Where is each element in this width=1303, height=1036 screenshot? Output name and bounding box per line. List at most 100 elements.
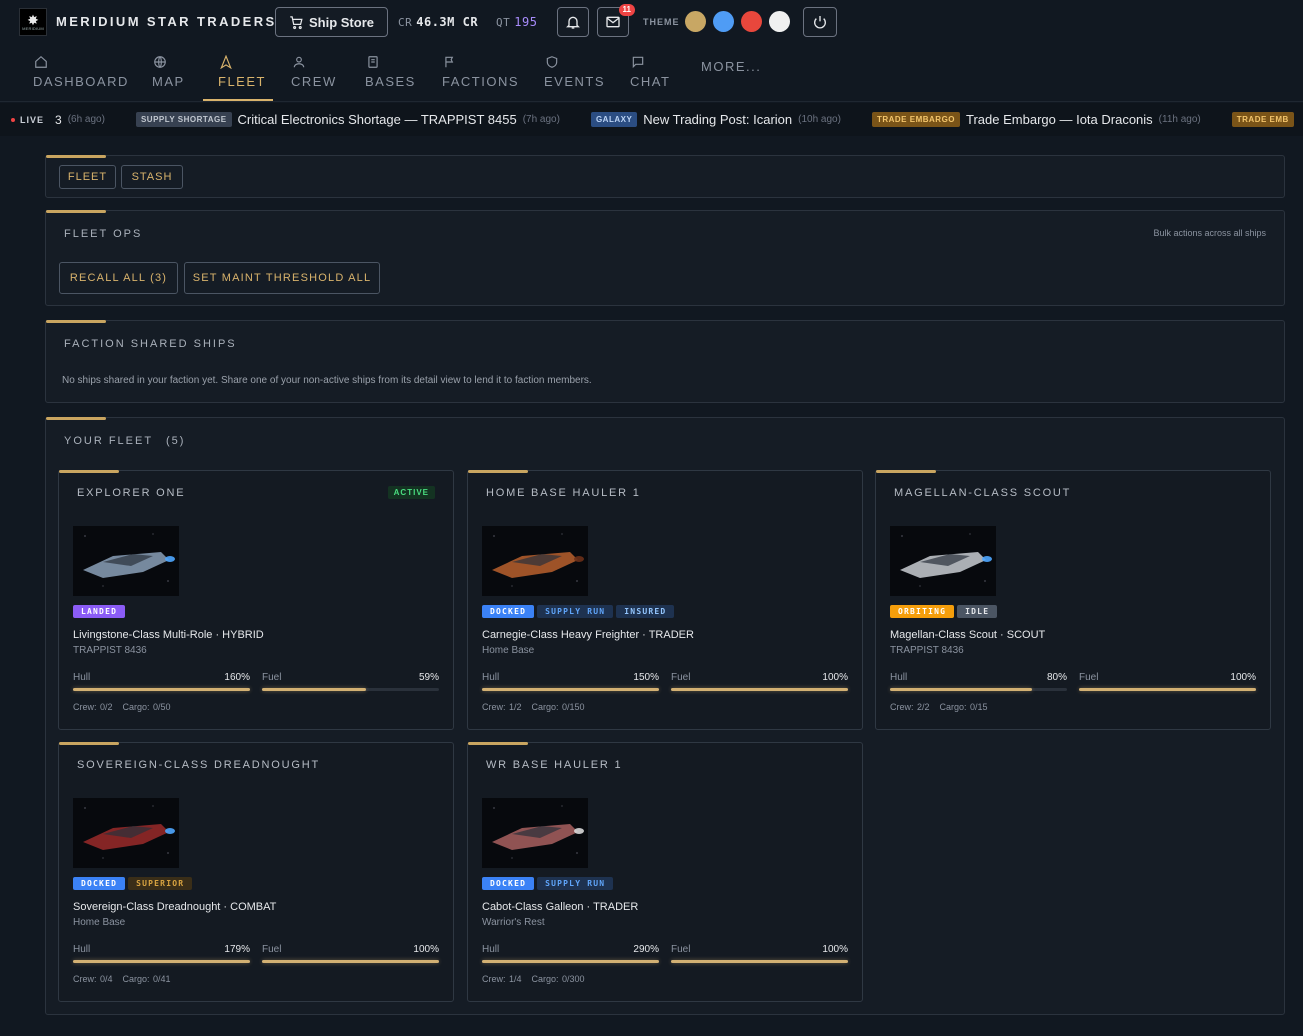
fuel-bar-fill [1079,688,1256,691]
recall-all-button[interactable]: RECALL ALL (3) [59,262,178,294]
ship-name: SOVEREIGN-CLASS DREADNOUGHT [77,759,320,771]
fuel-value: 100% [413,944,439,955]
hull-label: Hull [482,672,500,683]
your-fleet-label: YOUR FLEET [64,435,153,447]
ship-illustration [73,798,179,868]
nav-active-indicator [203,99,273,101]
ship-store-button[interactable]: Ship Store [275,7,388,37]
ship-class: Magellan-Class Scout · SCOUT [890,629,1046,641]
hull-value: 160% [224,672,250,683]
cart-icon [290,15,303,29]
ship-status-badge: LANDED [73,605,126,618]
nav-fleet[interactable]: FLEET [218,44,266,102]
cargo-count: Cargo: 0/300 [531,974,585,984]
theme-swatch-white[interactable] [769,11,790,32]
ship-status-badge: SUPPLY RUN [537,605,614,618]
ticker-ago: (11h ago) [1158,114,1201,125]
shield-icon [546,56,558,68]
live-dot-icon [11,117,15,122]
nav-events[interactable]: EVENTS [544,44,605,102]
tab-stash[interactable]: STASH [121,165,183,189]
theme-swatch-blue[interactable] [713,11,734,32]
faction-shared-panel: FACTION SHARED SHIPS No ships shared in … [45,320,1285,403]
live-label: LIVE [20,114,45,125]
fuel-value: 100% [1230,672,1256,683]
user-icon [293,56,305,68]
ship-status-badge: DOCKED [482,877,535,890]
ticker-text[interactable]: Trade Embargo — Iota Draconis [966,112,1153,127]
hull-label: Hull [73,944,91,955]
fuel-bar-fill [262,960,439,963]
hull-bar-fill [482,960,659,963]
fuel-value: 100% [822,944,848,955]
nav-crew[interactable]: CREW [291,44,337,102]
nav-more-label: MORE... [701,59,762,74]
faction-shared-message: No ships shared in your faction yet. Sha… [62,375,592,386]
ship-image [73,798,179,868]
ship-card[interactable]: MAGELLAN-CLASS SCOUT ORBITING IDLE Magell… [875,470,1271,730]
ship-card[interactable]: SOVEREIGN-CLASS DREADNOUGHT DOCKED SUPERI… [58,742,454,1002]
nav-dashboard[interactable]: DASHBOARD [33,44,129,102]
ticker-tag: GALAXY [590,112,638,127]
ship-status-badge: DOCKED [482,605,535,618]
ticker-tag: TRADE EMBARGO [871,112,961,127]
ticker-text[interactable]: Critical Electronics Shortage — TRAPPIST… [238,112,517,127]
star-logo-icon: ✸ [27,11,39,28]
crew-count: Crew: 1/4 [482,974,522,984]
theme-swatch-red[interactable] [741,11,762,32]
ship-class: Cabot-Class Galleon · TRADER [482,901,639,913]
theme-swatch-gold[interactable] [685,11,706,32]
ship-status-badges: DOCKED SUPPLY RUN INSURED [482,605,675,618]
ticker-count-ago: (6h ago) [67,114,105,125]
bell-icon [566,16,580,29]
ship-status-badges: LANDED [73,605,126,618]
hull-bar-fill [73,960,250,963]
set-maint-threshold-button[interactable]: SET MAINT THRESHOLD ALL [184,262,380,294]
fuel-label: Fuel [262,944,282,955]
credits-value: 46.3M CR [416,15,479,29]
your-fleet-count: (5) [165,435,186,447]
fleet-tabs-panel: FLEET STASH [45,155,1285,198]
tab-fleet[interactable]: FLEET [59,165,116,189]
nav-fleet-label: FLEET [218,74,266,89]
crew-count: Crew: 0/2 [73,702,113,712]
ship-status-badge: DOCKED [73,877,126,890]
crew-count: Crew: 1/2 [482,702,522,712]
mail-button[interactable]: 11 [597,4,635,37]
fleet-ops-hint: Bulk actions across all ships [1153,228,1266,238]
ship-status-badges: DOCKED SUPERIOR [73,877,193,890]
mail-count-badge: 11 [618,4,635,16]
ship-card[interactable]: WR BASE HAULER 1 DOCKED SUPPLY RUN Cabot-… [467,742,863,1002]
news-ticker: LIVE 3 (6h ago) SUPPLY SHORTAGE Critical… [0,103,1303,136]
nav-bases[interactable]: BASES [365,44,416,102]
brand-name: MERIDIUM STAR TRADERS [56,14,277,29]
main-nav: DASHBOARD MAP FLEET CREW BASES FACTIONS … [0,44,1303,102]
cargo-count: Cargo: 0/15 [939,702,988,712]
fuel-label: Fuel [671,672,691,683]
active-ship-badge: ACTIVE [387,486,435,499]
ship-name: HOME BASE HAULER 1 [486,487,641,499]
hull-value: 150% [633,672,659,683]
ship-card[interactable]: EXPLORER ONE LANDED Livingstone-Class Mu… [58,470,454,730]
notifications-button[interactable] [557,7,589,37]
ship-location: TRAPPIST 8436 [890,645,964,656]
nav-more[interactable]: MORE... [701,44,761,102]
fleet-ops-panel: FLEET OPS Bulk actions across all ships … [45,210,1285,306]
ship-status-badge: SUPERIOR [128,877,193,890]
nav-factions[interactable]: FACTIONS [442,44,519,102]
brand-logo[interactable]: ✸ MERIDIUM [19,8,47,36]
nav-map[interactable]: MAP [152,44,185,102]
nav-chat[interactable]: CHAT [630,44,670,102]
ship-illustration [482,798,588,868]
logout-button[interactable] [803,7,837,37]
nav-events-label: EVENTS [544,74,606,89]
ticker-text[interactable]: New Trading Post: Icarion [643,112,792,127]
chat-icon [632,56,644,69]
ship-card[interactable]: HOME BASE HAULER 1 DOCKED SUPPLY RUN INSUR… [467,470,863,730]
ship-class: Sovereign-Class Dreadnought · COMBAT [73,901,277,913]
fuel-bar-fill [671,960,848,963]
ship-name: WR BASE HAULER 1 [486,759,623,771]
ticker-ago: (7h ago) [522,114,560,125]
ship-status-badges: ORBITING IDLE [890,605,998,618]
ship-name: EXPLORER ONE [77,487,186,499]
